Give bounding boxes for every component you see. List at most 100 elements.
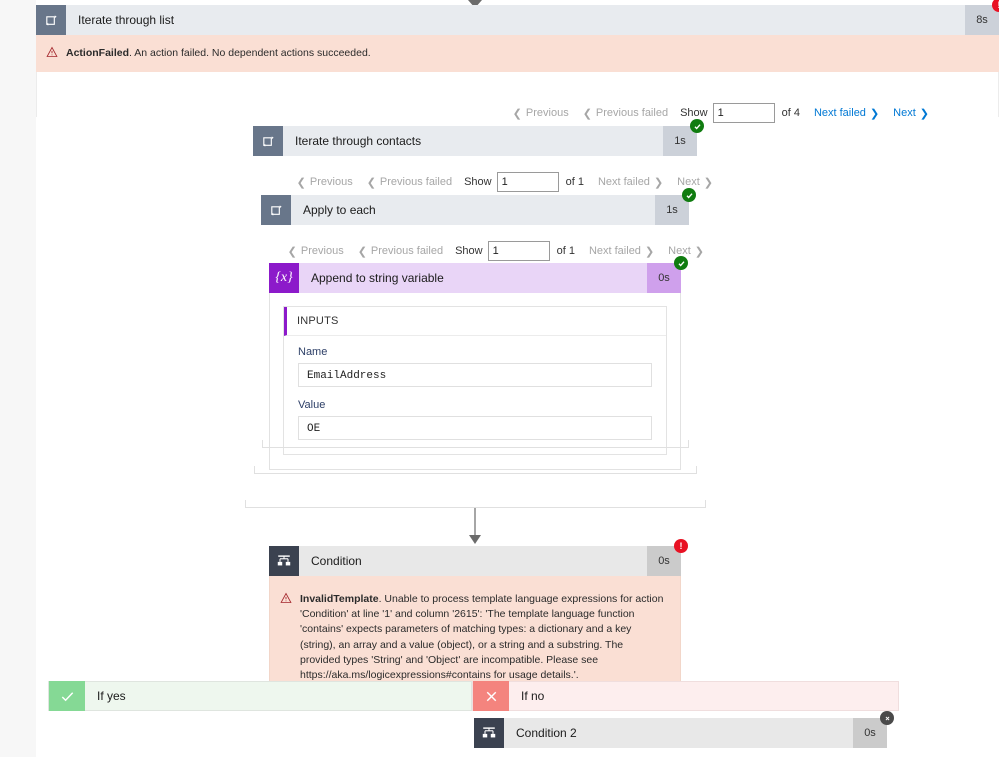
error-code: InvalidTemplate [300,593,379,605]
action-card-append-to-string-variable[interactable]: {x} Append to string variable 0s INPUTS … [269,256,688,470]
branch-if-no[interactable]: If no [472,681,899,711]
next-failed-label: Next failed [588,245,641,257]
action-title: Iterate through contacts [295,134,422,148]
error-code: ActionFailed [66,47,130,59]
chevron-right-icon: ❯ [644,245,655,258]
chevron-left-icon: ❮ [582,107,592,120]
chevron-right-icon: ❯ [653,176,664,189]
next-button[interactable]: Next ❯ [661,245,711,258]
page-number-input[interactable] [496,172,559,192]
workflow-canvas: Iterate through list 8s ! ActionFailed. … [36,0,999,757]
foreach-loop-icon [253,126,283,156]
chevron-left-icon: ❮ [357,245,367,258]
field-label: Value [298,399,326,411]
field-value[interactable]: OE [298,416,652,440]
scope-container-contacts-border [254,466,697,474]
action-title: Condition [311,554,362,568]
action-card-iterate-through-contacts[interactable]: Iterate through contacts 1s [253,119,704,156]
pagination-outer[interactable]: ❮Previous ❮Previous failed Show of 4 Nex… [36,97,936,129]
next-label: Next [893,107,916,119]
next-label: Next [677,176,700,188]
status-badge-error: ! [674,539,688,553]
card-header[interactable]: Iterate through contacts 1s [253,119,704,156]
action-title: Condition 2 [516,726,577,740]
action-title: Apply to each [303,203,376,217]
next-failed-label: Next failed [597,176,650,188]
previous-label: Previous [300,245,344,257]
next-failed-button[interactable]: Next failed ❯ [591,176,670,189]
condition-branch-icon [269,546,299,576]
branch-label: If yes [97,689,126,703]
error-message: . Unable to process template language ex… [300,593,664,682]
chevron-left-icon: ❮ [287,245,297,258]
previous-failed-button[interactable]: ❮ Previous failed [360,176,459,189]
previous-failed-button[interactable]: ❮ Previous failed [576,107,675,120]
status-badge-skipped [880,711,894,725]
foreach-loop-icon [36,5,66,35]
show-label: Show [464,176,492,188]
card-header[interactable]: {x} Append to string variable 0s [269,256,688,293]
next-failed-label: Next failed [813,107,866,119]
action-card-apply-to-each[interactable]: Apply to each 1s [261,188,696,225]
next-button[interactable]: Next ❯ [886,107,936,120]
previous-label: Previous [309,176,353,188]
page-number-input[interactable] [487,241,550,261]
next-button[interactable]: Next ❯ [670,176,720,189]
next-failed-button[interactable]: Next failed ❯ [582,245,661,258]
warning-icon [46,46,58,57]
page-number-input[interactable] [712,103,775,123]
previous-failed-label: Previous failed [379,176,453,188]
branch-if-yes[interactable]: If yes [48,681,472,711]
page-total-label: of 1 [556,245,575,257]
chevron-left-icon: ❮ [296,176,306,189]
error-strip: ActionFailed. An action failed. No depen… [36,35,999,73]
previous-button[interactable]: ❮ Previous [281,245,351,258]
card-header[interactable]: Condition 0s ! [269,539,688,576]
page-total-label: of 1 [565,176,584,188]
inputs-panel: INPUTS Name EmailAddress Value OE [283,306,667,455]
chevron-right-icon: ❯ [703,176,713,189]
action-title: Append to string variable [311,271,444,285]
scope-container-outer-border [245,500,706,508]
show-label: Show [455,245,483,257]
action-card-condition-2[interactable]: Condition 2 0s [474,711,894,748]
chevron-right-icon: ❯ [869,107,880,120]
branch-label: If no [521,689,545,703]
status-badge-success [690,119,704,133]
foreach-loop-icon [261,195,291,225]
previous-failed-label: Previous failed [370,245,444,257]
previous-button[interactable]: ❮ Previous [290,176,360,189]
chevron-right-icon: ❯ [919,107,929,120]
warning-icon [280,592,292,603]
previous-button[interactable]: ❮ Previous [506,107,576,120]
show-label: Show [680,107,708,119]
pagination-contacts[interactable]: ❮Previous ❮Previous failed Show of 1 Nex… [36,166,720,198]
next-failed-button[interactable]: Next failed ❯ [807,107,886,120]
previous-label: Previous [525,107,569,119]
variable-braces-icon: {x} [269,263,299,293]
check-icon [49,681,85,711]
previous-failed-label: Previous failed [595,107,669,119]
inputs-header: INPUTS [284,307,666,336]
error-message: An action failed. No dependent actions s… [134,47,371,59]
chevron-left-icon: ❮ [366,176,376,189]
connector-to-condition [36,508,999,544]
status-badge-success [674,256,688,270]
previous-failed-button[interactable]: ❮ Previous failed [351,245,450,258]
status-badge-success [682,188,696,202]
card-header[interactable]: Iterate through list 8s ! [36,0,999,35]
x-icon [473,681,509,711]
error-text: ActionFailed. An action failed. No depen… [66,46,985,61]
condition-branch-icon [474,718,504,748]
field-value[interactable]: EmailAddress [298,363,652,387]
card-header[interactable]: Condition 2 0s [474,711,894,748]
chevron-right-icon: ❯ [694,245,704,258]
field-label: Name [298,346,328,358]
chevron-left-icon: ❮ [512,107,522,120]
branch-yes-body [48,711,472,757]
action-title: Iterate through list [78,13,175,27]
error-text: InvalidTemplate. Unable to process templ… [300,592,666,683]
card-header[interactable]: Apply to each 1s [261,188,696,225]
scope-container-apply-to-each-border [262,440,689,448]
page-total-label: of 4 [781,107,800,119]
